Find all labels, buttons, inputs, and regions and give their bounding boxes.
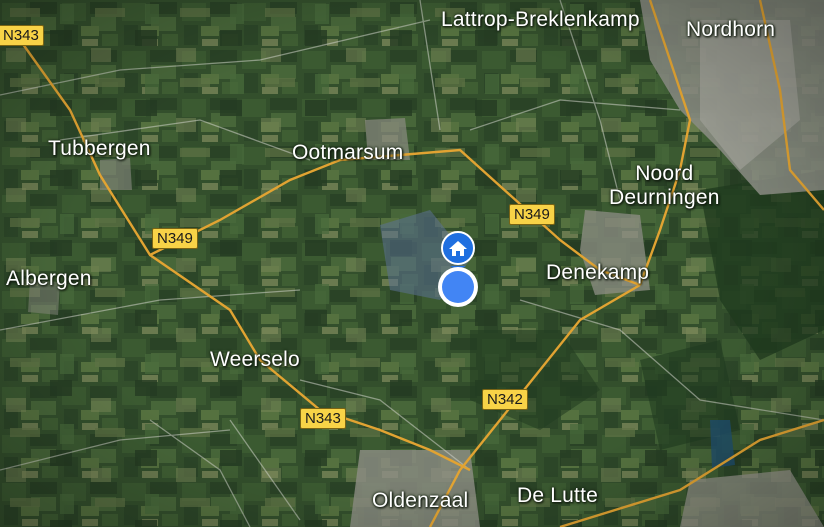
place-label-oldenzaal[interactable]: Oldenzaal [372, 489, 468, 513]
road-shield-n342: N342 [482, 389, 528, 410]
road-shield-n349: N349 [152, 228, 198, 249]
home-icon[interactable] [438, 230, 478, 270]
place-label-albergen[interactable]: Albergen [6, 267, 92, 291]
place-label-denekamp[interactable]: Denekamp [546, 261, 649, 285]
place-label-noord: Noord [635, 162, 694, 185]
road-shield-n343: N343 [300, 408, 346, 429]
place-label-nordhorn[interactable]: Nordhorn [686, 18, 775, 42]
map-terrain [0, 0, 824, 527]
place-label-ootmarsum[interactable]: Ootmarsum [292, 141, 404, 165]
place-label-de-lutte[interactable]: De Lutte [517, 484, 598, 508]
road-shield-n349: N349 [509, 204, 555, 225]
place-label-weerselo[interactable]: Weerselo [210, 348, 300, 372]
place-label-lattrop-breklenkamp[interactable]: Lattrop-Breklenkamp [441, 8, 640, 32]
satellite-map[interactable]: Lattrop-Breklenkamp Nordhorn Tubbergen O… [0, 0, 824, 527]
road-shield-n343: N343 [0, 25, 44, 46]
current-location-icon[interactable] [436, 265, 480, 309]
place-label-noord-deurningen[interactable]: Noord Deurningen [609, 162, 720, 210]
place-label-deurningen: Deurningen [609, 186, 720, 210]
place-label-tubbergen[interactable]: Tubbergen [48, 137, 151, 161]
